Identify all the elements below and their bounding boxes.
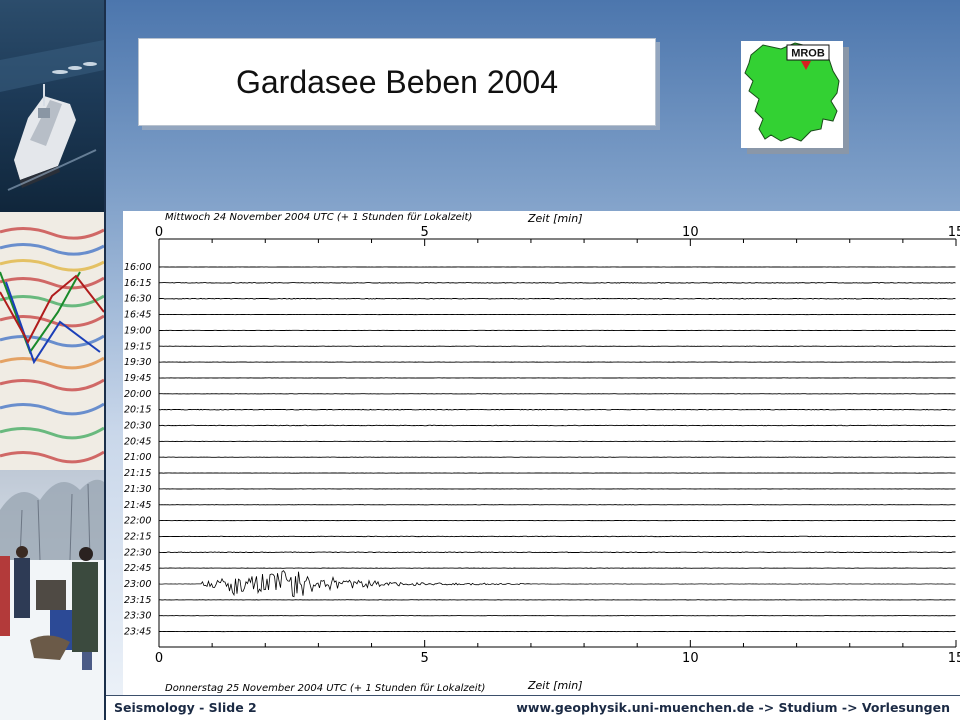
top-x-tick-label: 10: [682, 225, 699, 240]
row-time-label: 21:00: [124, 452, 151, 463]
seismic-section-photo: [0, 212, 104, 470]
row-time-label: 20:30: [124, 421, 151, 432]
top-x-tick-label: 15: [948, 225, 960, 240]
station-label: MROB: [791, 48, 825, 60]
row-time-label: 22:15: [124, 531, 151, 542]
row-time-label: 20:15: [124, 405, 151, 416]
row-time-label: 16:15: [124, 278, 151, 289]
row-time-label: 23:30: [124, 611, 151, 622]
row-time-label: 23:15: [124, 595, 151, 606]
row-time-label: 16:45: [124, 310, 151, 321]
bottom-x-axis-label: Zeit [min]: [527, 679, 583, 692]
row-time-label: 22:30: [124, 547, 151, 558]
row-time-label: 23:45: [124, 627, 151, 638]
row-time-label: 22:00: [124, 516, 151, 527]
bottom-x-tick-label: 10: [682, 651, 699, 666]
row-time-label: 20:00: [124, 389, 151, 400]
row-time-label: 16:00: [124, 262, 151, 273]
seismogram-trace: [159, 552, 956, 553]
row-time-label: 21:15: [124, 468, 151, 479]
seismogram-panel: Mittwoch 24 November 2004 UTC (+ 1 Stund…: [123, 211, 960, 699]
top-x-tick-label: 5: [421, 225, 429, 240]
seismogram-trace: [159, 409, 956, 410]
top-x-axis-label: Zeit [min]: [527, 212, 583, 225]
footer-url: www.geophysik.uni-muenchen.de -> Studium…: [516, 700, 950, 715]
row-time-label: 21:30: [124, 484, 151, 495]
seismogram-background: [123, 211, 960, 695]
seismogram-trace: [159, 283, 956, 284]
row-time-label: 23:00: [124, 579, 151, 590]
bottom-date-caption: Donnerstag 25 November 2004 UTC (+ 1 Stu…: [165, 683, 485, 694]
seismogram-trace: [159, 536, 956, 537]
bottom-x-tick-label: 15: [948, 651, 960, 666]
slide: Gardasee Beben 2004 MROB Mittwoch 24 Nov…: [0, 0, 960, 720]
row-time-label: 19:00: [124, 325, 151, 336]
research-ship-photo: [0, 0, 104, 212]
slide-title: Gardasee Beben 2004: [139, 39, 655, 125]
footer-slide-label: Seismology - Slide 2: [114, 700, 257, 715]
row-time-label: 21:45: [124, 500, 151, 511]
footer-bar: Seismology - Slide 2 www.geophysik.uni-m…: [106, 695, 960, 721]
bottom-x-tick-label: 5: [421, 651, 429, 666]
bottom-x-tick-label: 0: [155, 651, 163, 666]
row-time-label: 19:15: [124, 341, 151, 352]
field-work-snow-photo: [0, 470, 104, 720]
row-time-label: 19:45: [124, 373, 151, 384]
top-x-tick-label: 0: [155, 225, 163, 240]
seismogram-chart: Mittwoch 24 November 2004 UTC (+ 1 Stund…: [123, 211, 960, 695]
row-time-label: 16:30: [124, 294, 151, 305]
row-time-label: 19:30: [124, 357, 151, 368]
row-time-label: 20:45: [124, 436, 151, 447]
bavaria-map: MROB: [741, 41, 843, 148]
strip-divider: [104, 0, 106, 720]
title-box: Gardasee Beben 2004: [138, 38, 656, 126]
row-time-label: 22:45: [124, 563, 151, 574]
top-date-caption: Mittwoch 24 November 2004 UTC (+ 1 Stund…: [165, 212, 472, 223]
